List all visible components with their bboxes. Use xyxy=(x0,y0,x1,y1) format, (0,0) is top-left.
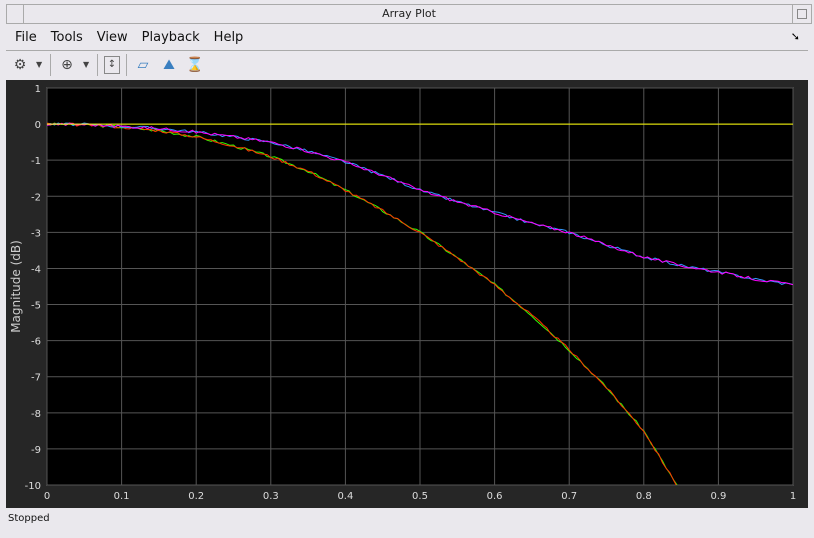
y-tick-label: -9 xyxy=(31,445,41,456)
menu-tools[interactable]: Tools xyxy=(44,28,90,48)
y-axis-label: Magnitude (dB) xyxy=(9,240,23,333)
plot-panel: 0 0.1 0.2 0.3 0.4 0.5 0.6 0.7 0.8 0.9 1 1 0 -1 -2 -3 -4 -… xyxy=(6,80,808,508)
y-tick-label: -6 xyxy=(31,337,41,348)
x-tick-label: 0.2 xyxy=(188,491,204,502)
y-tick-label: 0 xyxy=(35,120,41,131)
y-tick-label: -10 xyxy=(25,481,41,492)
y-tick-label: -7 xyxy=(31,373,41,384)
x-tick-label: 0.1 xyxy=(114,491,130,502)
window-title: Array Plot xyxy=(382,7,436,20)
y-tick-label: -1 xyxy=(31,156,41,167)
menu-bar: File Tools View Playback Help xyxy=(8,28,250,48)
x-tick-label: 0.9 xyxy=(710,491,726,502)
menu-file[interactable]: File xyxy=(8,28,44,48)
gear-dropdown[interactable]: ▼ xyxy=(36,60,44,69)
y-tick-label: -8 xyxy=(31,409,41,420)
minimize-button[interactable] xyxy=(7,5,24,23)
y-tick-label: -4 xyxy=(31,264,41,275)
menu-help[interactable]: Help xyxy=(207,28,251,48)
x-tick-label: 0.4 xyxy=(337,491,353,502)
x-tick-label: 0 xyxy=(44,491,50,502)
x-tick-label: 0.5 xyxy=(412,491,428,502)
separator xyxy=(50,53,51,76)
maximize-button[interactable] xyxy=(792,5,811,23)
separator xyxy=(126,53,127,76)
gear-icon[interactable]: ⚙ xyxy=(10,55,30,75)
separator xyxy=(97,53,98,76)
zoom-in-icon[interactable]: ⊕ xyxy=(57,55,77,75)
menu-view[interactable]: View xyxy=(90,28,135,48)
x-tick-label: 0.3 xyxy=(263,491,279,502)
x-tick-label: 1 xyxy=(790,491,796,502)
measurement-icon[interactable]: ▱ xyxy=(133,55,153,75)
array-plot[interactable]: 0 0.1 0.2 0.3 0.4 0.5 0.6 0.7 0.8 0.9 1 1 0 -1 -2 -3 -4 -… xyxy=(6,80,808,508)
cursor-icon[interactable]: ⌛ xyxy=(185,55,205,75)
zoom-dropdown[interactable]: ▼ xyxy=(83,60,91,69)
x-tick-label: 0.6 xyxy=(487,491,503,502)
toolbar: ⚙ ▼ ⊕ ▼ ↕ ▱ ⛰ ⌛ xyxy=(6,50,808,78)
y-tick-label: 1 xyxy=(35,84,41,95)
x-tick-label: 0.7 xyxy=(561,491,577,502)
status-text: Stopped xyxy=(8,513,50,524)
title-bar: Array Plot xyxy=(6,4,812,24)
y-tick-label: -5 xyxy=(31,301,41,312)
menu-playback[interactable]: Playback xyxy=(135,28,207,48)
peak-finder-icon[interactable]: ⛰ xyxy=(159,55,179,75)
x-tick-label: 0.8 xyxy=(636,491,652,502)
y-tick-label: -3 xyxy=(31,228,41,239)
maximize-icon xyxy=(797,9,807,19)
scale-axes-icon[interactable]: ↕ xyxy=(104,55,120,74)
undock-icon[interactable]: ➘ xyxy=(791,30,800,43)
y-tick-label: -2 xyxy=(31,192,41,203)
